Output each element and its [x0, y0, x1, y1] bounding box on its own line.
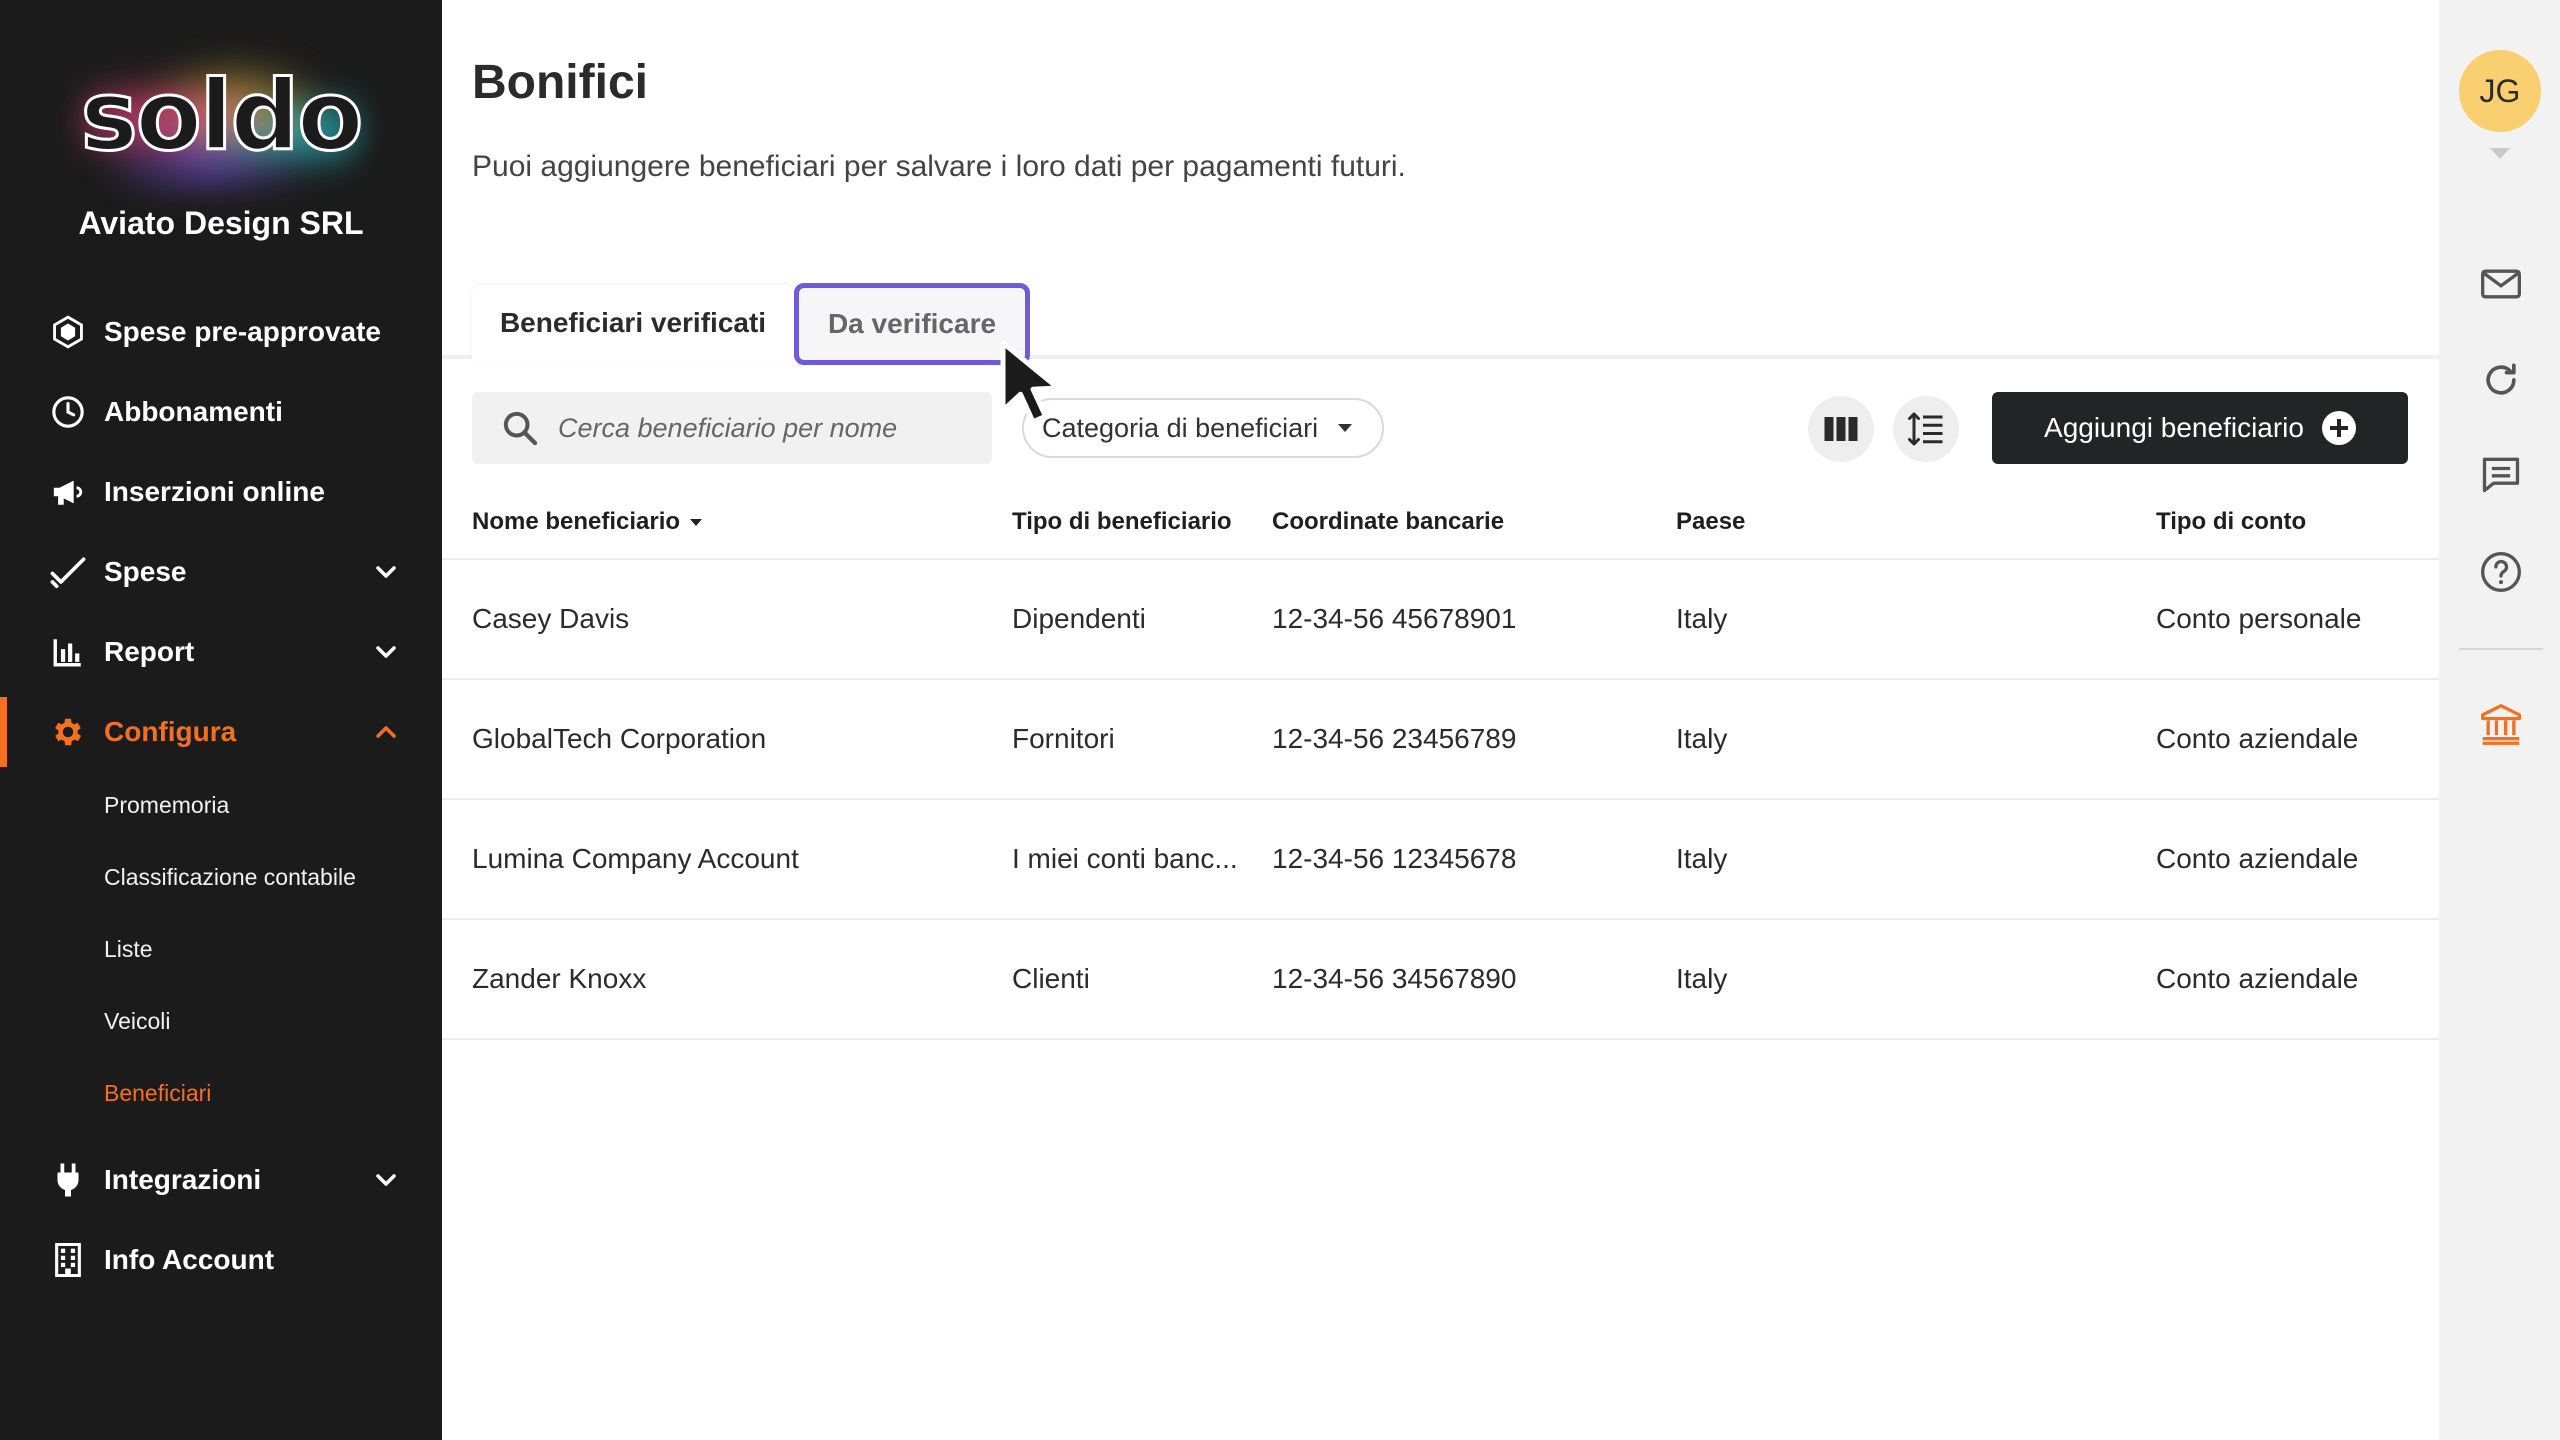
- tab-da-verificare[interactable]: Da verificare: [794, 283, 1030, 365]
- sidebar-subitem-promemoria[interactable]: Promemoria: [104, 792, 229, 819]
- help-icon[interactable]: [2479, 550, 2523, 594]
- category-filter-dropdown[interactable]: Categoria di beneficiari: [1022, 398, 1384, 458]
- chevron-down-icon: [376, 646, 396, 658]
- bank-icon[interactable]: [2479, 702, 2523, 746]
- mail-icon[interactable]: [2479, 262, 2523, 306]
- cell-name: Zander Knoxx: [472, 963, 647, 994]
- avatar[interactable]: JG: [2459, 50, 2541, 132]
- cell-country: Italy: [1676, 963, 1728, 994]
- chevron-down-icon: [376, 566, 396, 578]
- sidebar-item-label: Configura: [104, 716, 237, 747]
- search-input[interactable]: [558, 412, 978, 444]
- right-rail: JG: [2439, 0, 2560, 1440]
- sidebar-item-abbonamenti[interactable]: Abbonamenti: [0, 377, 442, 447]
- cell-type: I miei conti banc...: [1012, 843, 1238, 874]
- sidebar-item-label: Spese: [104, 556, 187, 587]
- sidebar-item-report[interactable]: Report: [0, 617, 442, 687]
- sidebar-subitem-classificazione-contabile[interactable]: Classificazione contabile: [104, 864, 356, 891]
- rail-divider: [2459, 648, 2543, 650]
- sidebar-item-configura[interactable]: Configura: [0, 697, 442, 767]
- table-divider: [442, 558, 2439, 560]
- check-icon: [48, 552, 88, 592]
- caret-down-icon[interactable]: [2490, 148, 2510, 159]
- table-divider: [442, 678, 2439, 680]
- chevron-up-icon: [376, 726, 396, 738]
- sidebar-item-label: Spese pre-approvate: [104, 316, 381, 347]
- cell-country: Italy: [1676, 603, 1728, 634]
- columns-view-button[interactable]: [1808, 396, 1874, 462]
- column-header-country: Paese: [1676, 508, 1746, 535]
- clock-icon: [48, 392, 88, 432]
- sidebar-item-integrazioni[interactable]: Integrazioni: [0, 1145, 442, 1215]
- table-divider: [442, 918, 2439, 920]
- cell-name: Casey Davis: [472, 603, 630, 634]
- cell-account-type: Conto aziendale: [2156, 723, 2359, 754]
- column-header-account-type: Tipo di conto: [2156, 508, 2307, 535]
- cell-type: Clienti: [1012, 963, 1090, 994]
- cell-bank-details: 12-34-56 23456789: [1272, 723, 1517, 754]
- caret-down-icon: [1338, 424, 1353, 432]
- column-header-name[interactable]: Nome beneficiario: [472, 508, 703, 536]
- sidebar: soldo Aviato Design SRL Spese pre-approv…: [0, 0, 442, 1440]
- gear-icon: [48, 712, 88, 752]
- cell-bank-details: 12-34-56 12345678: [1272, 843, 1517, 874]
- plus-circle-icon: [2321, 411, 2356, 445]
- sidebar-item-label: Abbonamenti: [104, 396, 283, 427]
- chat-icon[interactable]: [2479, 452, 2523, 496]
- plug-icon: [48, 1160, 88, 1200]
- column-header-type: Tipo di beneficiario: [1012, 508, 1232, 535]
- sidebar-item-spese-pre-approvate[interactable]: Spese pre-approvate: [0, 297, 442, 367]
- refresh-icon[interactable]: [2479, 358, 2523, 402]
- sidebar-subitem-liste[interactable]: Liste: [104, 936, 153, 963]
- line-height-icon: [1908, 412, 1943, 446]
- tab-beneficiari-verificati[interactable]: Beneficiari verificati: [472, 285, 794, 361]
- cell-account-type: Conto aziendale: [2156, 843, 2359, 874]
- megaphone-icon: [48, 472, 88, 512]
- sidebar-item-info-account[interactable]: Info Account: [0, 1225, 442, 1295]
- company-name: Aviato Design SRL: [78, 205, 364, 241]
- row-density-button[interactable]: [1893, 396, 1959, 462]
- cell-account-type: Conto aziendale: [2156, 963, 2359, 994]
- columns-icon: [1824, 417, 1858, 441]
- sidebar-item-inserzioni-online[interactable]: Inserzioni online: [0, 457, 442, 527]
- cell-name: GlobalTech Corporation: [472, 723, 767, 754]
- bar-chart-icon: [48, 632, 88, 672]
- sidebar-subitem-beneficiari[interactable]: Beneficiari: [104, 1080, 211, 1107]
- add-beneficiary-label: Aggiungi beneficiario: [2044, 412, 2304, 443]
- main-content: Bonifici Puoi aggiungere beneficiari per…: [442, 0, 2439, 1440]
- chevron-down-icon: [376, 1174, 396, 1186]
- table-divider: [442, 798, 2439, 800]
- sidebar-item-label: Report: [104, 636, 195, 667]
- search-box[interactable]: [472, 392, 992, 464]
- building-icon: [48, 1240, 88, 1280]
- search-icon: [503, 411, 538, 446]
- sidebar-item-label: Info Account: [104, 1244, 275, 1275]
- cell-country: Italy: [1676, 843, 1728, 874]
- sidebar-item-label: Inserzioni online: [104, 476, 325, 507]
- cell-account-type: Conto personale: [2156, 603, 2362, 634]
- sidebar-subitem-veicoli[interactable]: Veicoli: [104, 1008, 170, 1035]
- page-subtitle: Puoi aggiungere beneficiari per salvare …: [472, 150, 1406, 183]
- cell-type: Fornitori: [1012, 723, 1115, 754]
- cell-name: Lumina Company Account: [472, 843, 799, 874]
- cell-country: Italy: [1676, 723, 1728, 754]
- cell-bank-details: 12-34-56 34567890: [1272, 963, 1517, 994]
- sidebar-item-label: Integrazioni: [104, 1164, 262, 1195]
- sort-caret-icon: [690, 518, 703, 526]
- cell-type: Dipendenti: [1012, 603, 1146, 634]
- soldo-logo: soldo: [0, 50, 442, 190]
- hexagon-icon: [48, 312, 88, 352]
- table-divider: [442, 1038, 2439, 1040]
- cell-bank-details: 12-34-56 45678901: [1272, 603, 1517, 634]
- mouse-cursor-icon: [1000, 340, 1061, 425]
- column-header-bank-details: Coordinate bancarie: [1272, 508, 1505, 535]
- sidebar-item-spese[interactable]: Spese: [0, 537, 442, 607]
- page-title: Bonifici: [472, 56, 648, 109]
- category-filter-label: Categoria di beneficiari: [1042, 412, 1319, 443]
- add-beneficiary-button[interactable]: Aggiungi beneficiario: [1992, 392, 2408, 464]
